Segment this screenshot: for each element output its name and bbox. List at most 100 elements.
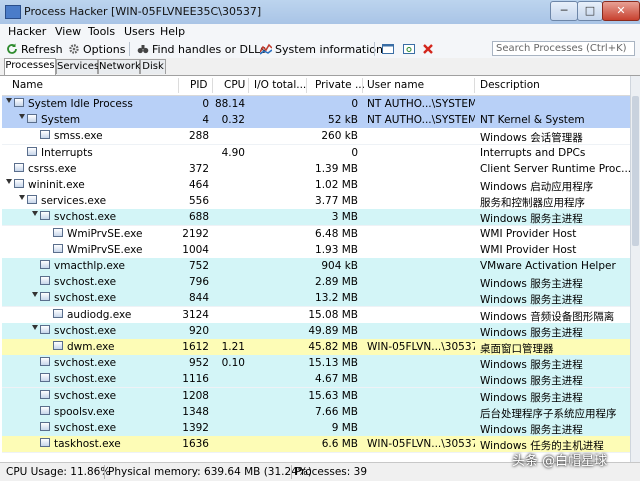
process-row[interactable]: WmiPrvSE.exe 2192 6.48 MB WMI Provider Host: [2, 225, 630, 243]
process-row[interactable]: svchost.exe 796 2.89 MB Windows 服务主进程: [2, 274, 630, 292]
expand-toggle-icon[interactable]: [19, 195, 25, 201]
process-name: spoolsv.exe: [54, 405, 115, 418]
column-private-bytes[interactable]: Private ...: [315, 79, 365, 91]
process-icon: [14, 162, 24, 172]
process-row[interactable]: svchost.exe 1116 4.67 MB Windows 服务主进程: [2, 371, 630, 389]
process-name: svchost.exe: [54, 276, 117, 289]
process-row[interactable]: System 4 0.32 52 kB NT AUTHO...\SYSTEM NT Ker…: [2, 112, 630, 130]
tab-processes[interactable]: Processes: [4, 58, 56, 75]
column-name[interactable]: Name: [12, 79, 43, 91]
options-button[interactable]: Options: [68, 42, 125, 56]
find-handles-button[interactable]: Find handles or DLLs: [137, 42, 266, 56]
search-input[interactable]: Search Processes (Ctrl+K): [492, 41, 635, 56]
process-name: smss.exe: [54, 130, 103, 143]
scrollbar-thumb[interactable]: [632, 96, 639, 246]
process-row[interactable]: wininit.exe 464 1.02 MB Windows 启动应用程序: [2, 177, 630, 194]
private-bytes-cell: 15.08 MB: [308, 308, 358, 321]
close-icon: [423, 44, 433, 54]
description-cell: Windows 服务主进程: [480, 294, 583, 307]
column-user-name[interactable]: User name: [367, 79, 424, 91]
title-bar: Process Hacker [WIN-05FLVNEE35C\30537] ─…: [0, 0, 640, 25]
process-name: WmiPrvSE.exe: [67, 243, 143, 256]
physical-memory: Physical memory: 639.64 MB (31.24%): [108, 466, 312, 478]
menu-tools[interactable]: Tools: [88, 25, 115, 38]
menu-hacker[interactable]: Hacker: [8, 25, 46, 38]
menu-users[interactable]: Users: [124, 25, 155, 38]
process-icon: [27, 114, 37, 124]
expand-toggle-icon[interactable]: [32, 292, 38, 298]
tab-disk[interactable]: Disk: [140, 59, 166, 74]
expand-toggle-icon[interactable]: [6, 179, 12, 184]
expand-toggle-icon[interactable]: [19, 114, 25, 120]
process-icon: [40, 389, 50, 399]
process-row[interactable]: services.exe 556 3.77 MB 服务和控制器应用程序: [2, 193, 630, 211]
close-button[interactable]: ✕: [602, 1, 640, 21]
process-row[interactable]: spoolsv.exe 1348 7.66 MB 后台处理程序子系统应用程序: [2, 403, 630, 421]
column-divider: [178, 78, 179, 93]
process-row[interactable]: svchost.exe 952 0.10 15.13 MB Windows 服务主进程: [2, 355, 630, 373]
process-row[interactable]: dwm.exe 1612 1.21 45.82 MB WIN-05FLVN...\305…: [2, 339, 630, 356]
process-icon: [40, 373, 50, 383]
process-row[interactable]: svchost.exe 844 13.2 MB Windows 服务主进程: [2, 290, 630, 308]
process-row[interactable]: svchost.exe 688 3 MB Windows 服务主进程: [2, 209, 630, 227]
process-row[interactable]: svchost.exe 1392 9 MB Windows 服务主进程: [2, 420, 630, 437]
process-icon: [40, 211, 50, 221]
process-row[interactable]: smss.exe 288 260 kB Windows 会话管理器: [2, 128, 630, 146]
status-separator: [104, 465, 105, 479]
process-row[interactable]: audiodg.exe 3124 15.08 MB Windows 音频设备图形隔离: [2, 306, 630, 324]
find-window-button[interactable]: [403, 42, 415, 56]
process-row[interactable]: vmacthlp.exe 752 904 kB VMware Activation H…: [2, 258, 630, 275]
pid-cell: 844: [188, 292, 209, 305]
vertical-scrollbar[interactable]: [630, 76, 640, 462]
terminate-button[interactable]: [422, 42, 434, 56]
maximize-button[interactable]: □: [577, 1, 603, 21]
process-row[interactable]: Interrupts 4.90 0 Interrupts and DPCs: [2, 144, 630, 162]
column-pid[interactable]: PID: [190, 79, 208, 91]
pid-cell: 0: [202, 98, 209, 110]
column-divider: [474, 78, 475, 93]
menu-help[interactable]: Help: [160, 25, 185, 38]
pid-cell: 1004: [182, 243, 209, 256]
crosshair-window-icon: [403, 44, 415, 54]
pid-cell: 1392: [182, 422, 209, 434]
process-row[interactable]: System Idle Process 0 88.14 0 NT AUTHO...\SY…: [2, 96, 630, 113]
process-name: svchost.exe: [54, 211, 117, 224]
process-row[interactable]: svchost.exe 920 49.89 MB Windows 服务主进程: [2, 322, 630, 340]
private-bytes-cell: 260 kB: [321, 130, 358, 143]
process-name: services.exe: [41, 195, 107, 208]
expand-toggle-icon[interactable]: [32, 324, 38, 330]
process-row[interactable]: svchost.exe 1208 15.63 MB Windows 服务主进程: [2, 387, 630, 405]
tab-services[interactable]: Services: [56, 59, 99, 74]
description-cell: Windows 服务主进程: [480, 213, 583, 226]
process-icon: [53, 243, 63, 253]
description-cell: WMI Provider Host: [480, 227, 577, 240]
description-cell: Windows 会话管理器: [480, 132, 583, 145]
column-cpu[interactable]: CPU: [224, 79, 245, 91]
column-description[interactable]: Description: [480, 79, 540, 91]
process-row[interactable]: WmiPrvSE.exe 1004 1.93 MB WMI Provider Host: [2, 241, 630, 259]
column-io-total[interactable]: I/O total...: [254, 79, 306, 91]
system-information-button[interactable]: System information: [260, 42, 383, 56]
toolbar-separator: [374, 42, 375, 56]
pid-cell: 920: [188, 324, 209, 337]
process-row[interactable]: csrss.exe 372 1.39 MB Client Server Runtime…: [2, 160, 630, 178]
window-button[interactable]: [382, 42, 394, 56]
description-cell: VMware Activation Helper: [480, 260, 616, 272]
private-bytes-cell: 3.77 MB: [315, 195, 358, 208]
refresh-button[interactable]: Refresh: [6, 42, 63, 56]
process-list[interactable]: Name PID CPU I/O total... Private ... Us…: [2, 76, 630, 462]
private-bytes-cell: 2.89 MB: [315, 276, 358, 289]
pid-cell: 1612: [182, 341, 209, 353]
column-divider: [362, 78, 363, 93]
menu-view[interactable]: View: [55, 25, 81, 38]
description-cell: WMI Provider Host: [480, 243, 577, 256]
process-icon: [27, 146, 37, 156]
expand-toggle-icon[interactable]: [32, 211, 38, 217]
minimize-button[interactable]: ─: [550, 1, 578, 21]
expand-toggle-icon[interactable]: [6, 98, 12, 103]
process-icon: [40, 422, 50, 431]
process-name: taskhost.exe: [54, 438, 121, 451]
process-icon: [40, 292, 50, 302]
tab-network[interactable]: Network: [98, 59, 141, 74]
window-icon: [382, 44, 394, 54]
